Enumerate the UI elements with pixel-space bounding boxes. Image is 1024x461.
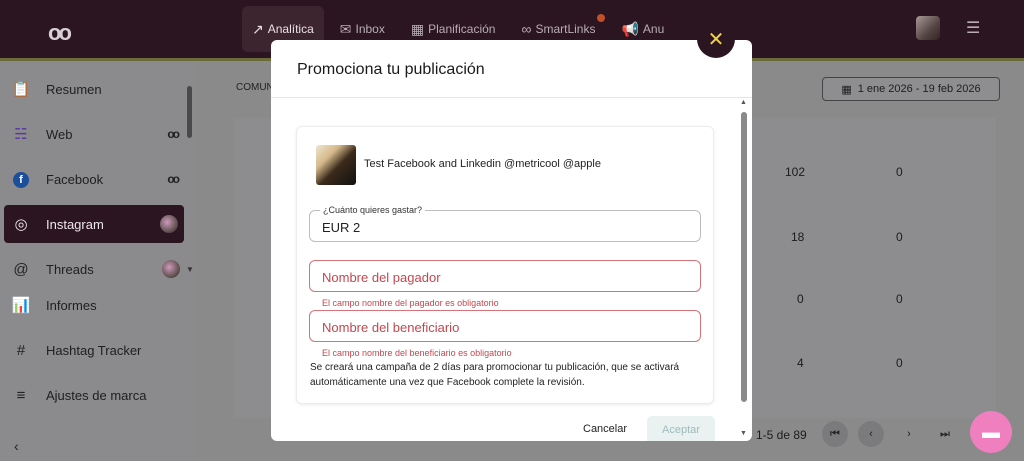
menu-icon[interactable]: ☰ (966, 18, 980, 38)
table-cell: 0 (896, 165, 903, 179)
modal-divider (271, 97, 752, 98)
next-page-icon[interactable]: › (896, 421, 922, 447)
beneficiary-error-message: El campo nombre del beneficiario es obli… (322, 348, 512, 358)
section-label: COMUN (236, 82, 274, 93)
sidebar-item-threads[interactable]: @ Threads (0, 250, 186, 288)
sidebar-item-label: Threads (46, 261, 94, 277)
hashtag-icon: # (16, 341, 26, 359)
sidebar-item-ajustes-marca[interactable]: ≡ Ajustes de marca (0, 376, 186, 414)
sidebar-scrollbar[interactable] (187, 86, 192, 138)
budget-field-label: ¿Cuánto quieres gastar? (320, 205, 426, 215)
last-page-icon[interactable]: ⏭ (932, 421, 958, 447)
table-cell: 18 (791, 230, 805, 244)
sidebar-item-label: Web (46, 126, 73, 142)
first-page-icon[interactable]: ⏮ (822, 421, 848, 447)
cancel-button[interactable]: Cancelar (583, 423, 627, 435)
prev-page-icon[interactable]: ‹ (858, 421, 884, 447)
table-cell: 102 (785, 165, 806, 179)
megaphone-icon: 📢 (621, 20, 639, 37)
sliders-icon: ≡ (16, 386, 26, 404)
post-thumbnail (316, 145, 356, 185)
nav-label: SmartLinks (535, 22, 596, 36)
sidebar-item-label: Hashtag Tracker (46, 342, 142, 358)
scroll-down-icon[interactable]: ▼ (186, 265, 194, 274)
metricool-logo[interactable]: oo (48, 20, 72, 46)
sidebar: 📋 Resumen ☵ Web oo f Facebook oo ◎ Insta… (0, 61, 196, 461)
budget-value: EUR 2 (322, 220, 361, 235)
nav-label: Analítica (267, 22, 314, 36)
rss-icon: ☵ (14, 126, 28, 143)
beneficiary-placeholder: Nombre del beneficiario (322, 320, 460, 335)
collapse-sidebar-icon[interactable]: ‹ (14, 438, 19, 454)
facebook-icon: f (11, 170, 31, 188)
post-caption: Test Facebook and Linkedin @metricool @a… (364, 158, 601, 170)
report-icon: 📊 (11, 297, 31, 314)
account-avatar (160, 215, 178, 233)
modal-title: Promociona tu publicación (297, 61, 485, 78)
connect-icon[interactable]: oo (167, 172, 180, 186)
calendar-icon: ▦ (841, 83, 852, 96)
threads-icon: @ (13, 260, 29, 278)
clipboard-icon: 📋 (11, 81, 31, 98)
sidebar-item-resumen[interactable]: 📋 Resumen (0, 70, 186, 108)
sidebar-item-label: Instagram (46, 216, 104, 232)
brand-avatar[interactable] (916, 16, 940, 40)
support-chat-icon[interactable]: ▬ (970, 411, 1012, 453)
sidebar-item-hashtag-tracker[interactable]: # Hashtag Tracker (0, 331, 186, 369)
calendar-icon: ▦ (410, 20, 425, 37)
modal-scrollbar[interactable] (741, 112, 747, 402)
beneficiary-name-field[interactable]: Nombre del beneficiario (309, 310, 701, 342)
campaign-info-text: Se creará una campaña de 2 días para pro… (310, 362, 680, 388)
table-cell: 0 (896, 292, 903, 306)
table-cell: 0 (896, 356, 903, 370)
connect-icon[interactable]: oo (167, 127, 180, 141)
table-cell: 0 (896, 230, 903, 244)
sidebar-item-label: Facebook (46, 171, 104, 187)
nav-label: Anu (642, 22, 665, 36)
link-icon: ∞ (521, 21, 532, 37)
notification-dot (597, 14, 606, 22)
sidebar-item-label: Resumen (46, 81, 102, 97)
sidebar-item-label: Ajustes de marca (46, 387, 147, 403)
chart-line-icon: ↗ (252, 20, 264, 37)
sidebar-item-instagram[interactable]: ◎ Instagram (4, 205, 184, 243)
pagination-text: 1-5 de 89 (756, 428, 807, 442)
date-range-button[interactable]: ▦ 1 ene 2026 - 19 feb 2026 (822, 77, 1000, 101)
promote-post-modal: Promociona tu publicación ▲ ▼ Test Faceb… (271, 40, 752, 441)
table-cell: 0 (797, 292, 804, 306)
scroll-up-icon[interactable]: ▲ (740, 99, 747, 106)
chat-icon: ✉ (339, 20, 352, 37)
payer-error-message: El campo nombre del pagador es obligator… (322, 298, 499, 308)
sidebar-item-web[interactable]: ☵ Web oo (0, 115, 186, 153)
accept-button[interactable]: Aceptar (647, 416, 715, 441)
payer-name-field[interactable]: Nombre del pagador (309, 260, 701, 292)
budget-field[interactable]: ¿Cuánto quieres gastar? EUR 2 (309, 205, 701, 242)
payer-placeholder: Nombre del pagador (322, 270, 441, 285)
sidebar-item-facebook[interactable]: f Facebook oo (0, 160, 186, 198)
sidebar-item-label: Informes (46, 297, 97, 313)
account-avatar (162, 260, 180, 278)
sidebar-item-informes[interactable]: 📊 Informes (0, 286, 186, 324)
table-cell: 4 (797, 356, 804, 370)
scroll-down-icon[interactable]: ▼ (740, 430, 747, 437)
promotion-form-card: Test Facebook and Linkedin @metricool @a… (296, 126, 714, 404)
instagram-icon: ◎ (14, 216, 28, 233)
close-icon[interactable]: ✕ (697, 20, 735, 58)
nav-label: Planificación (428, 22, 496, 36)
nav-label: Inbox (355, 22, 385, 36)
date-range-text: 1 ene 2026 - 19 feb 2026 (857, 83, 981, 95)
